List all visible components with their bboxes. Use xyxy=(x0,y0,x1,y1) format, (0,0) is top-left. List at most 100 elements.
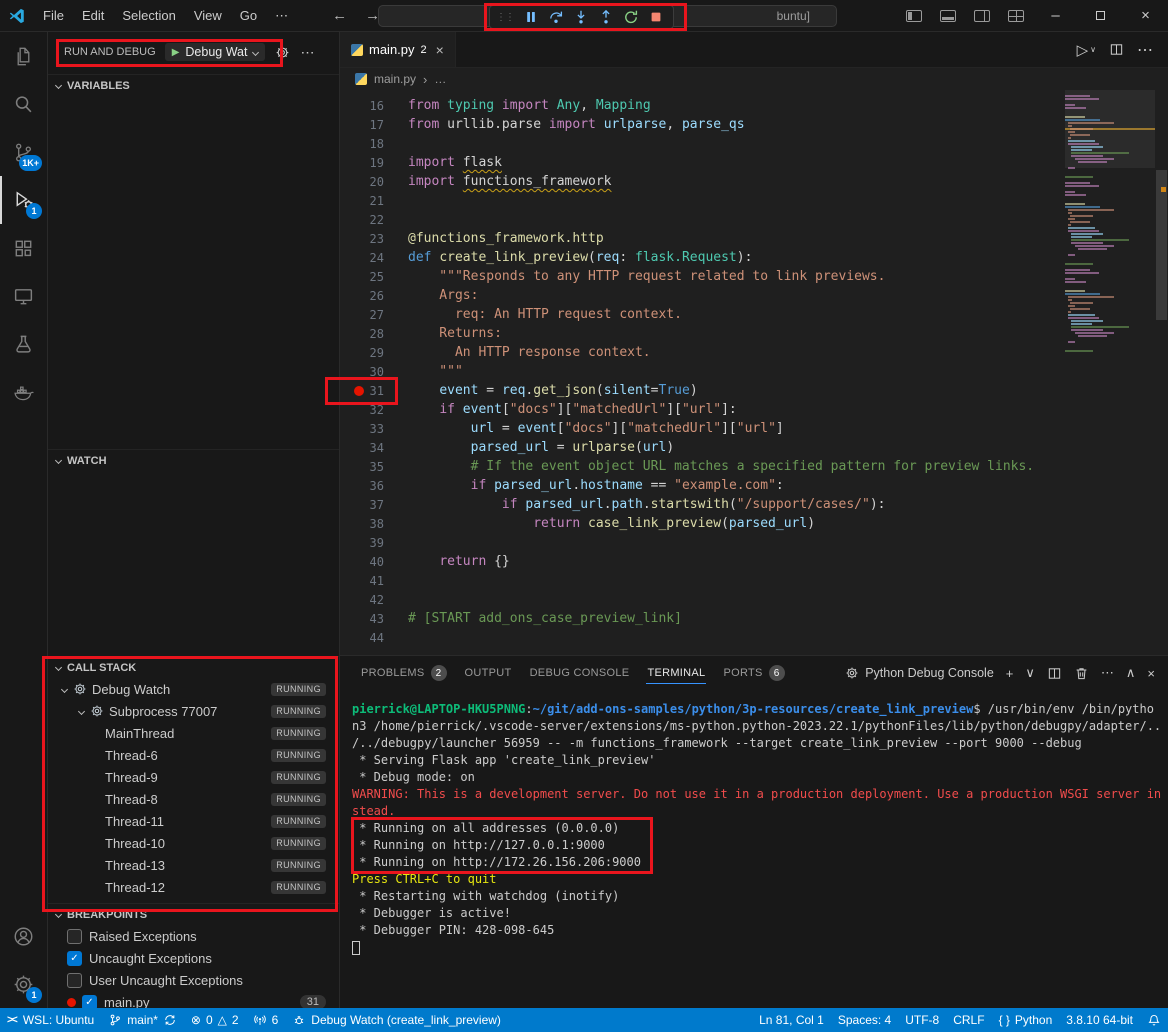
breakpoint-dot-icon[interactable] xyxy=(354,386,364,396)
terminal-output[interactable]: pierrick@LAPTOP-HKU5PNNG:~/git/add-ons-s… xyxy=(352,701,1154,1004)
notifications-bell[interactable] xyxy=(1140,1008,1168,1032)
gutter[interactable]: 32 xyxy=(340,403,398,417)
activity-run-and-debug[interactable]: 1 xyxy=(0,176,47,224)
tab-close-icon[interactable]: × xyxy=(436,42,444,58)
gutter[interactable]: 16 xyxy=(340,99,398,113)
gutter[interactable]: 33 xyxy=(340,422,398,436)
toggle-panel-icon[interactable] xyxy=(940,10,956,22)
breadcrumb-more[interactable]: … xyxy=(434,72,446,86)
scrollbar-thumb[interactable] xyxy=(1156,170,1167,320)
call-stack-row[interactable]: Subprocess 77007RUNNING xyxy=(48,700,339,722)
activity-source-control[interactable]: 1K+ xyxy=(0,128,47,176)
terminal-instance-label[interactable]: Python Debug Console xyxy=(845,666,994,680)
toggle-secondary-sidebar-icon[interactable] xyxy=(974,10,990,22)
code-editor[interactable]: 16from typing import Any, Mapping17from … xyxy=(340,90,1154,655)
language-mode[interactable]: { } Python xyxy=(992,1008,1060,1032)
encoding-indicator[interactable]: UTF-8 xyxy=(898,1008,946,1032)
breadcrumb-file[interactable]: main.py xyxy=(374,72,416,86)
toolbar-grip-icon[interactable]: ⋮⋮ xyxy=(496,12,514,23)
gutter[interactable]: 29 xyxy=(340,346,398,360)
panel-tab-debug-console[interactable]: DEBUG CONSOLE xyxy=(521,656,639,690)
gutter[interactable]: 35 xyxy=(340,460,398,474)
call-stack-row[interactable]: Thread-10RUNNING xyxy=(48,832,339,854)
breakpoint-checkbox[interactable] xyxy=(67,929,82,944)
activity-explorer[interactable] xyxy=(0,32,47,80)
call-stack-row[interactable]: Thread-12RUNNING xyxy=(48,876,339,898)
gutter[interactable]: 18 xyxy=(340,137,398,151)
editor-scrollbar[interactable] xyxy=(1155,90,1168,655)
call-stack-row[interactable]: Thread-6RUNNING xyxy=(48,744,339,766)
panel-tab-problems[interactable]: PROBLEMS2 xyxy=(352,656,456,690)
gutter[interactable]: 38 xyxy=(340,517,398,531)
start-debug-icon[interactable]: ▶ xyxy=(172,47,180,58)
breakpoint-row[interactable]: ✓main.py31 xyxy=(48,991,339,1008)
gutter[interactable]: 41 xyxy=(340,574,398,588)
minimap[interactable] xyxy=(1065,90,1155,655)
menu-more[interactable]: ⋯ xyxy=(266,5,297,27)
breadcrumb[interactable]: main.py › … xyxy=(340,68,1168,90)
gutter[interactable]: 31 xyxy=(340,384,398,398)
gutter[interactable]: 43 xyxy=(340,612,398,626)
remote-indicator[interactable]: >< WSL: Ubuntu xyxy=(0,1008,101,1032)
debug-config-dropdown[interactable]: ▶ Debug Wat xyxy=(165,43,266,61)
cursor-position[interactable]: Ln 81, Col 1 xyxy=(752,1008,831,1032)
activity-remote-explorer[interactable] xyxy=(0,272,47,320)
step-out-button[interactable] xyxy=(593,7,618,28)
split-editor-icon[interactable] xyxy=(1109,42,1124,57)
close-panel-icon[interactable]: × xyxy=(1147,666,1155,681)
ports-indicator[interactable]: 6 xyxy=(246,1008,286,1032)
call-stack-row[interactable]: Thread-13RUNNING xyxy=(48,854,339,876)
customize-layout-icon[interactable] xyxy=(1008,10,1024,22)
stop-button[interactable] xyxy=(643,7,668,28)
panel-tab-output[interactable]: OUTPUT xyxy=(456,656,521,690)
minimize-button[interactable]: – xyxy=(1033,0,1078,32)
gutter[interactable]: 42 xyxy=(340,593,398,607)
menu-edit[interactable]: Edit xyxy=(73,5,113,27)
pause-button[interactable] xyxy=(518,7,543,28)
gutter[interactable]: 20 xyxy=(340,175,398,189)
variables-section-header[interactable]: VARIABLES xyxy=(48,74,339,96)
gutter[interactable]: 28 xyxy=(340,327,398,341)
activity-extensions[interactable] xyxy=(0,224,47,272)
breakpoint-checkbox[interactable]: ✓ xyxy=(82,995,97,1009)
breakpoint-row[interactable]: User Uncaught Exceptions xyxy=(48,969,339,991)
split-terminal-icon[interactable] xyxy=(1047,666,1062,681)
kill-terminal-icon[interactable] xyxy=(1074,666,1089,681)
gutter[interactable]: 44 xyxy=(340,631,398,645)
terminal-dropdown-icon[interactable]: ∨ xyxy=(1025,665,1035,681)
activity-testing[interactable] xyxy=(0,320,47,368)
close-window-button[interactable]: × xyxy=(1123,0,1168,32)
gutter[interactable]: 26 xyxy=(340,289,398,303)
gutter[interactable]: 17 xyxy=(340,118,398,132)
panel-tab-terminal[interactable]: TERMINAL xyxy=(638,656,714,690)
new-terminal-button[interactable]: + xyxy=(1006,666,1014,681)
breakpoint-row[interactable]: ✓Uncaught Exceptions xyxy=(48,947,339,969)
gutter[interactable]: 23 xyxy=(340,232,398,246)
sidebar-more-actions-icon[interactable]: ⋯ xyxy=(300,44,314,61)
maximize-button[interactable] xyxy=(1078,0,1123,32)
call-stack-row[interactable]: Thread-8RUNNING xyxy=(48,788,339,810)
call-stack-row[interactable]: Thread-9RUNNING xyxy=(48,766,339,788)
activity-docker[interactable] xyxy=(0,368,47,416)
step-into-button[interactable] xyxy=(568,7,593,28)
maximize-panel-icon[interactable]: ∧ xyxy=(1126,665,1136,681)
activity-settings[interactable]: 1 xyxy=(0,960,47,1008)
activity-accounts[interactable] xyxy=(0,912,47,960)
debug-session-indicator[interactable]: Debug Watch (create_link_preview) xyxy=(285,1008,508,1032)
call-stack-row[interactable]: Thread-11RUNNING xyxy=(48,810,339,832)
panel-more-actions-icon[interactable]: ⋯ xyxy=(1101,665,1114,681)
python-interpreter[interactable]: 3.8.10 64-bit xyxy=(1059,1008,1140,1032)
panel-tab-ports[interactable]: PORTS6 xyxy=(714,656,793,690)
indentation-indicator[interactable]: Spaces: 4 xyxy=(831,1008,898,1032)
breakpoints-section-header[interactable]: BREAKPOINTS xyxy=(48,903,339,925)
breakpoint-row[interactable]: Raised Exceptions xyxy=(48,925,339,947)
call-stack-row[interactable]: MainThreadRUNNING xyxy=(48,722,339,744)
gutter[interactable]: 34 xyxy=(340,441,398,455)
nav-back-button[interactable]: ← xyxy=(323,7,356,24)
debug-settings-gear-icon[interactable] xyxy=(275,45,290,60)
run-python-file-button[interactable]: ▷ ∨ xyxy=(1077,41,1096,59)
eol-indicator[interactable]: CRLF xyxy=(946,1008,991,1032)
restart-button[interactable] xyxy=(618,7,643,28)
breakpoint-checkbox[interactable] xyxy=(67,973,82,988)
menu-go[interactable]: Go xyxy=(231,5,266,27)
